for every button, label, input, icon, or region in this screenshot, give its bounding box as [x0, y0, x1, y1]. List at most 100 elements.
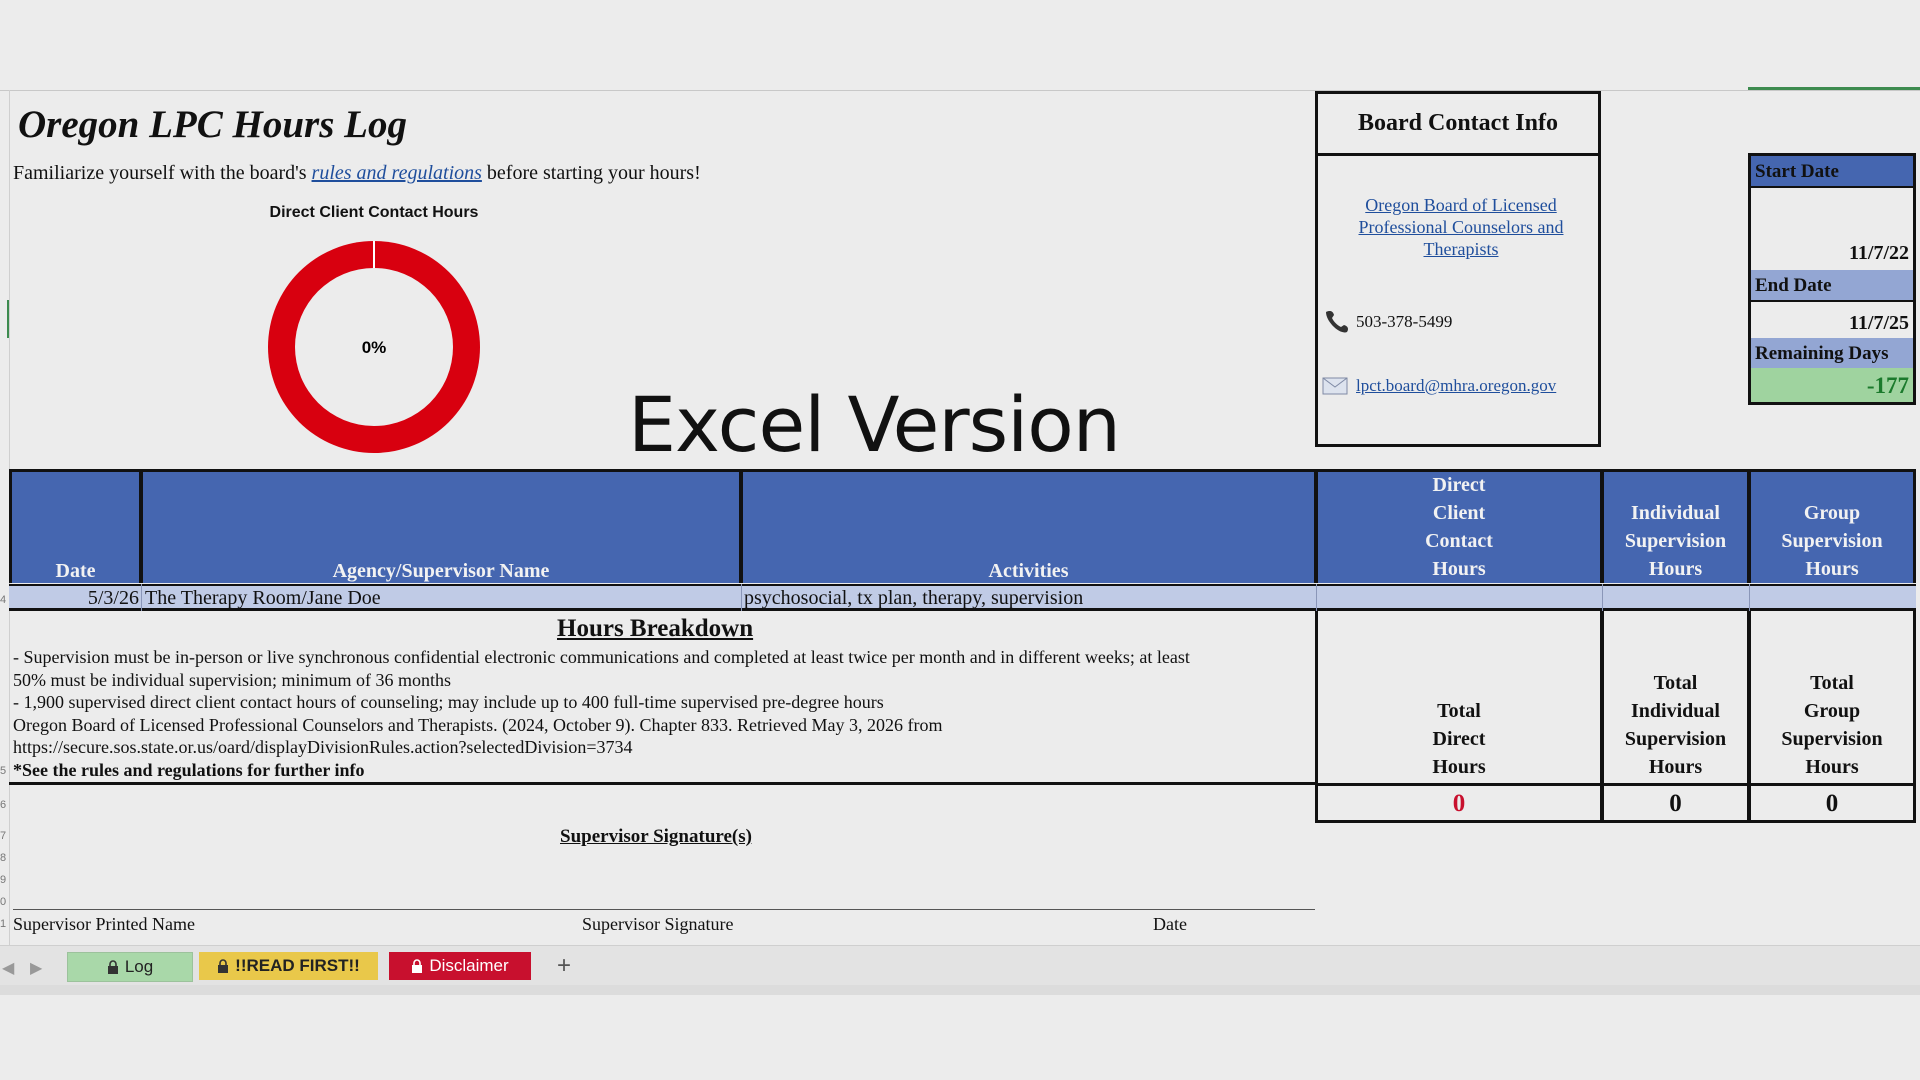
add-sheet-button[interactable]: +	[544, 952, 584, 980]
intro-after: before starting your hours!	[481, 162, 701, 184]
row-activities-cell[interactable]: psychosocial, tx plan, therapy, supervis…	[744, 587, 1083, 610]
start-date-label: Start Date	[1751, 156, 1913, 188]
email-row: lpct.board@mhra.oregon.gov	[1322, 376, 1556, 396]
breakdown-line: https://secure.sos.state.or.us/oard/disp…	[13, 737, 633, 757]
phone-row: 503-378-5499	[1322, 309, 1452, 335]
col-header-group-line: Supervision	[1781, 530, 1883, 552]
total-group-label-cell: Total Group Supervision Hours	[1748, 611, 1916, 786]
tab-log[interactable]: Log	[67, 952, 193, 982]
col-header-agency[interactable]: Agency/Supervisor Name	[140, 469, 742, 583]
col-header-individual[interactable]: Individual Supervision Hours	[1601, 469, 1750, 583]
tab-read-first[interactable]: !!READ FIRST!!	[199, 952, 378, 980]
tab-disclaimer[interactable]: Disclaimer	[389, 952, 531, 980]
selected-cell-indicator	[1748, 87, 1920, 90]
lock-icon	[107, 960, 118, 974]
tab-scroll-left-icon[interactable]: ◀	[2, 958, 14, 977]
breakdown-line: Oregon Board of Licensed Professional Co…	[13, 714, 943, 735]
cell-divider	[1602, 584, 1603, 611]
total-group-value[interactable]: 0	[1748, 783, 1916, 823]
lock-icon	[218, 959, 229, 973]
phone-number: 503-378-5499	[1356, 312, 1453, 331]
col-header-direct[interactable]: Direct Client Contact Hours	[1315, 469, 1603, 583]
excel-version-overlay: Excel Version	[628, 380, 1121, 469]
total-direct-label-line: Direct	[1432, 728, 1486, 750]
row-number[interactable]: 4	[0, 594, 8, 606]
phone-icon	[1326, 311, 1348, 333]
total-direct-label-line: Hours	[1432, 756, 1486, 778]
remaining-days-label: Remaining Days	[1751, 338, 1913, 370]
total-individual-label-line: Supervision	[1624, 728, 1727, 750]
board-org-link[interactable]: Oregon Board of Licensed Professional Co…	[1359, 195, 1564, 259]
cell-divider	[1316, 584, 1317, 611]
col-header-activities-label: Activities	[988, 560, 1069, 582]
row-date-cell[interactable]: 5/3/26	[9, 587, 139, 610]
signature-line	[13, 909, 1315, 910]
row-number[interactable]: 5	[0, 765, 8, 777]
total-group-label-line: Supervision	[1781, 728, 1883, 750]
signature-date-label: Date	[1153, 914, 1187, 934]
col-header-agency-label: Agency/Supervisor Name	[332, 560, 550, 582]
active-row-marker	[7, 300, 9, 338]
cell-divider	[141, 584, 142, 611]
supervisor-printed-name-label: Supervisor Printed Name	[13, 914, 195, 934]
breakdown-line: - 1,900 supervised direct client contact…	[13, 692, 884, 712]
row-agency-cell[interactable]: The Therapy Room/Jane Doe	[145, 587, 381, 610]
tab-log-label: Log	[124, 957, 154, 976]
formula-bar-divider	[0, 90, 1920, 91]
section-divider	[9, 782, 1317, 785]
hours-breakdown-title: Hours Breakdown	[557, 615, 754, 642]
row-number[interactable]: 0	[0, 896, 8, 908]
col-header-direct-line: Contact	[1425, 530, 1493, 552]
supervisor-signature-label: Supervisor Signature	[582, 914, 734, 934]
rules-link[interactable]: rules and regulations	[312, 162, 482, 184]
col-header-activities[interactable]: Activities	[740, 469, 1317, 583]
total-individual-label-line: Total	[1653, 672, 1698, 694]
col-header-direct-line: Client	[1432, 502, 1486, 524]
tab-disclaimer-label: Disclaimer	[429, 956, 509, 975]
total-individual-label-line: Individual	[1631, 700, 1720, 722]
sheet-tab-bar: ◀ ▶ Log !!READ FIRST!! Disclaimer +	[0, 945, 1920, 986]
col-header-group[interactable]: Group Supervision Hours	[1748, 469, 1916, 583]
col-header-date[interactable]: Date	[9, 469, 142, 583]
sheet-title: Oregon LPC Hours Log	[18, 103, 407, 146]
status-bar	[0, 985, 1920, 995]
col-header-direct-line: Hours	[1432, 558, 1486, 580]
tab-read-first-label: !!READ FIRST!!	[235, 956, 360, 975]
board-contact-header: Board Contact Info	[1318, 94, 1598, 156]
end-date-label: End Date	[1751, 270, 1913, 302]
email-link[interactable]: lpct.board@mhra.oregon.gov	[1356, 376, 1556, 396]
tab-scroll-right-icon[interactable]: ▶	[30, 958, 42, 977]
email-icon	[1322, 377, 1348, 395]
total-group-label-line: Total	[1810, 672, 1854, 694]
total-direct-value[interactable]: 0	[1315, 783, 1603, 823]
lock-icon	[412, 959, 423, 973]
row-number[interactable]: 8	[0, 852, 8, 864]
col-header-group-line: Hours	[1805, 558, 1859, 580]
row-number[interactable]: 6	[0, 799, 8, 811]
total-individual-value[interactable]: 0	[1601, 783, 1750, 823]
intro-text: Familiarize yourself with the board's ru…	[13, 162, 701, 185]
cell-divider	[1749, 584, 1750, 611]
date-panel: Start Date 11/7/22 End Date 11/7/25 Rema…	[1748, 153, 1916, 405]
breakdown-note: *See the rules and regulations for furth…	[13, 759, 365, 780]
chart-title: Direct Client Contact Hours	[269, 204, 479, 221]
end-date-value[interactable]: 11/7/25	[1849, 312, 1909, 335]
row-number[interactable]: 1	[0, 918, 8, 930]
row-number[interactable]: 7	[0, 830, 8, 842]
col-header-individual-line: Supervision	[1624, 530, 1727, 552]
board-contact-box: Board Contact Info Oregon Board of Licen…	[1315, 91, 1601, 447]
board-org-cell: Oregon Board of Licensed Professional Co…	[1338, 194, 1584, 260]
total-group-label-line: Hours	[1805, 756, 1859, 778]
start-date-value[interactable]: 11/7/22	[1849, 242, 1909, 265]
col-header-individual-line: Individual	[1631, 502, 1720, 524]
row-number[interactable]: 9	[0, 874, 8, 886]
direct-hours-donut-chart[interactable]: 0%	[266, 239, 482, 455]
total-group-label-line: Group	[1803, 700, 1861, 722]
supervisor-signature-title: Supervisor Signature(s)	[560, 826, 752, 847]
breakdown-line: 50% must be individual supervision; mini…	[13, 669, 451, 690]
hours-breakdown-text: - Supervision must be in-person or live …	[13, 646, 1313, 781]
total-individual-label-cell: Total Individual Supervision Hours	[1601, 611, 1750, 786]
col-header-individual-line: Hours	[1648, 558, 1703, 580]
remaining-days-cell[interactable]: -177	[1751, 368, 1913, 402]
total-direct-label-cell: Total Direct Hours	[1315, 611, 1603, 786]
